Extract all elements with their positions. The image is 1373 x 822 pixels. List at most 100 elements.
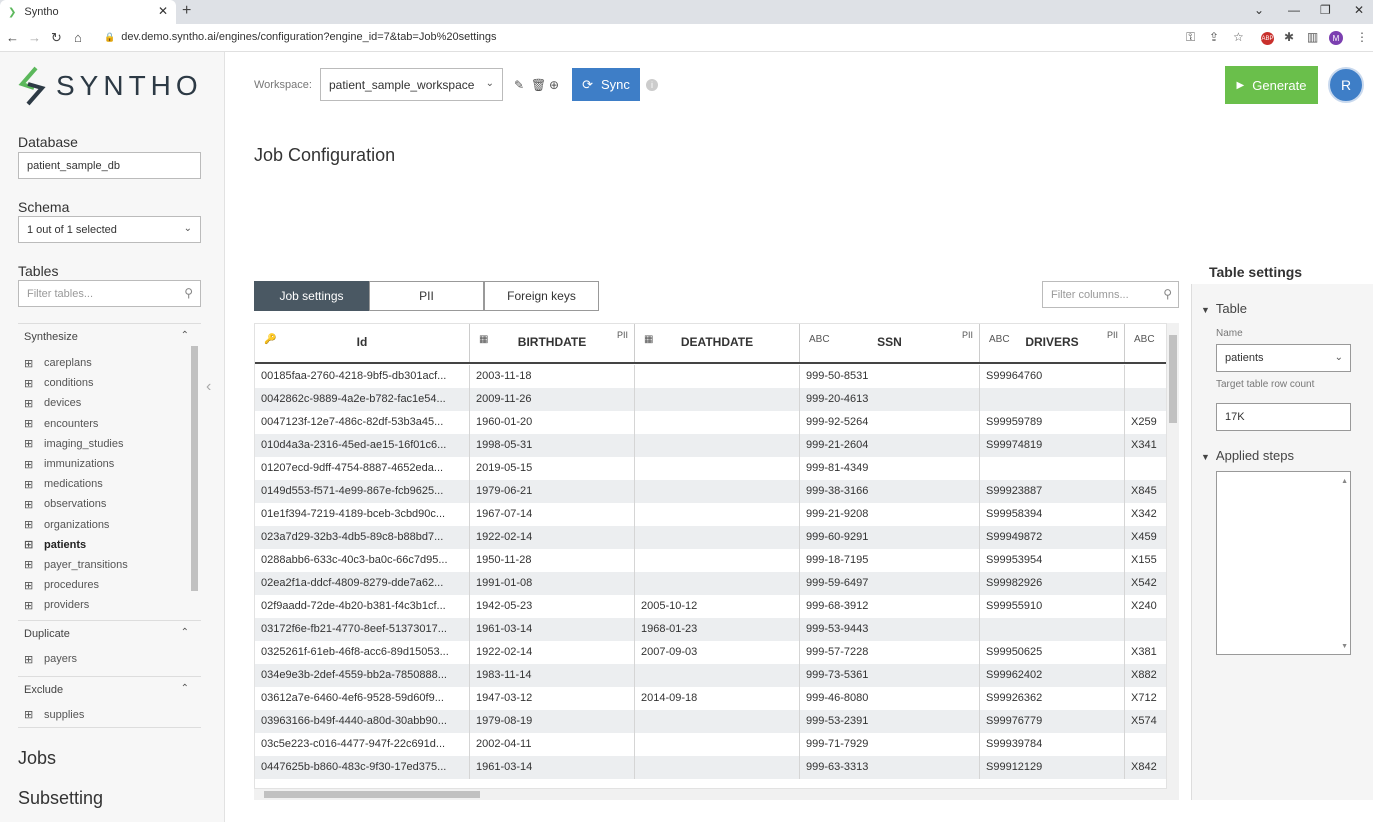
table-cell[interactable]: S99976779: [980, 710, 1125, 733]
table-row[interactable]: 0149d553-f571-4e99-867e-fcb9625... 1979-0…: [255, 480, 1166, 503]
table-cell[interactable]: S99955910: [980, 595, 1125, 618]
table-cell[interactable]: X712: [1125, 687, 1166, 710]
table-cell[interactable]: X542: [1125, 572, 1166, 595]
adblock-icon[interactable]: ABP: [1261, 32, 1274, 45]
table-cell[interactable]: [1125, 388, 1166, 411]
table-row[interactable]: 0042862c-9889-4a2e-b782-fac1e54... 2009-1…: [255, 388, 1166, 411]
back-icon[interactable]: ←: [6, 30, 19, 45]
table-cell[interactable]: 2005-10-12: [635, 595, 800, 618]
table-cell[interactable]: S99953954: [980, 549, 1125, 572]
new-tab-icon[interactable]: +: [182, 2, 191, 20]
table-row[interactable]: 03963166-b49f-4440-a80d-30abb90... 1979-0…: [255, 710, 1166, 733]
column-header[interactable]: ABC SSN PII: [800, 324, 980, 362]
forward-icon[interactable]: →: [28, 30, 41, 45]
table-cell[interactable]: 999-68-3912: [800, 595, 980, 618]
table-cell[interactable]: X574: [1125, 710, 1166, 733]
sidepanel-icon[interactable]: ▥: [1307, 30, 1318, 44]
table-cell[interactable]: S99939784: [980, 733, 1125, 756]
table-cell[interactable]: 999-81-4349: [800, 457, 980, 480]
table-cell[interactable]: 1979-06-21: [470, 480, 635, 503]
table-cell[interactable]: X240: [1125, 595, 1166, 618]
table-row[interactable]: 03c5e223-c016-4477-947f-22c691d... 2002-0…: [255, 733, 1166, 756]
table-cell[interactable]: X842: [1125, 756, 1166, 779]
table-cell[interactable]: 999-20-4613: [800, 388, 980, 411]
tab-search-chevron-icon[interactable]: ⌄: [1254, 3, 1264, 17]
table-cell[interactable]: 00185faa-2760-4218-9bf5-db301acf...: [255, 365, 470, 388]
table-cell[interactable]: [635, 756, 800, 779]
tables-filter-input[interactable]: Filter tables... ⚲: [18, 280, 201, 307]
table-cell[interactable]: 1983-11-14: [470, 664, 635, 687]
table-cell[interactable]: 2014-09-18: [635, 687, 800, 710]
sidebar-item-procedures[interactable]: ⊞ procedures: [18, 575, 201, 595]
sidebar-item-encounters[interactable]: ⊞ encounters: [18, 414, 201, 434]
table-cell[interactable]: S99962402: [980, 664, 1125, 687]
table-cell[interactable]: [635, 434, 800, 457]
table-cell[interactable]: [980, 618, 1125, 641]
chevron-up-icon[interactable]: ⌃: [181, 683, 189, 694]
table-cell[interactable]: [635, 664, 800, 687]
table-cell[interactable]: 999-92-5264: [800, 411, 980, 434]
table-cell[interactable]: 1979-08-19: [470, 710, 635, 733]
row-count-input[interactable]: 17K: [1216, 403, 1351, 431]
table-cell[interactable]: [635, 480, 800, 503]
table-cell[interactable]: [1125, 457, 1166, 480]
reload-icon[interactable]: ↻: [51, 30, 62, 46]
share-icon[interactable]: ⇪: [1209, 30, 1219, 44]
sidebar-item-medications[interactable]: ⊞ medications: [18, 474, 201, 494]
table-cell[interactable]: 0042862c-9889-4a2e-b782-fac1e54...: [255, 388, 470, 411]
group-duplicate[interactable]: Duplicate ⌃: [18, 620, 201, 646]
sidebar-item-careplans[interactable]: ⊞ careplans: [18, 353, 201, 373]
sidebar-item-supplies[interactable]: ⊞ supplies: [18, 702, 201, 729]
trash-icon[interactable]: 🗑: [531, 78, 546, 92]
profile-avatar-icon[interactable]: M: [1329, 31, 1343, 45]
table-cell[interactable]: 01207ecd-9dff-4754-8887-4652eda...: [255, 457, 470, 480]
scroll-down-icon[interactable]: ▼: [1341, 643, 1348, 650]
key-icon[interactable]: ⚿: [1186, 30, 1195, 45]
table-cell[interactable]: 2003-11-18: [470, 365, 635, 388]
table-cell[interactable]: S99950625: [980, 641, 1125, 664]
generate-button[interactable]: ▶ Generate: [1225, 66, 1318, 104]
table-cell[interactable]: 1961-03-14: [470, 756, 635, 779]
table-section-header[interactable]: ▼ Table: [1201, 301, 1247, 316]
table-cell[interactable]: S99912129: [980, 756, 1125, 779]
table-cell[interactable]: [635, 572, 800, 595]
sidebar-item-patients[interactable]: ⊞ patients: [18, 535, 201, 555]
table-cell[interactable]: 2019-05-15: [470, 457, 635, 480]
table-cell[interactable]: [635, 503, 800, 526]
table-cell[interactable]: 999-57-7228: [800, 641, 980, 664]
table-cell[interactable]: [1125, 365, 1166, 388]
table-cell[interactable]: [635, 457, 800, 480]
database-field[interactable]: patient_sample_db: [18, 152, 201, 179]
table-row[interactable]: 010d4a3a-2316-45ed-ae15-16f01c6... 1998-0…: [255, 434, 1166, 457]
table-cell[interactable]: 999-59-6497: [800, 572, 980, 595]
workspace-select[interactable]: patient_sample_workspace ⌄: [320, 68, 503, 101]
table-cell[interactable]: [1125, 618, 1166, 641]
browser-tab[interactable]: ❯ Syntho ✕: [0, 0, 176, 24]
chevron-up-icon[interactable]: ⌃: [181, 330, 189, 341]
edit-pencil-icon[interactable]: ✎: [514, 78, 524, 92]
column-header[interactable]: ▦ BIRTHDATE PII: [470, 324, 635, 362]
user-avatar[interactable]: R: [1328, 67, 1364, 103]
scroll-thumb[interactable]: [264, 791, 480, 798]
table-row[interactable]: 01207ecd-9dff-4754-8887-4652eda... 2019-0…: [255, 457, 1166, 480]
extensions-puzzle-icon[interactable]: ✱: [1284, 30, 1294, 44]
table-cell[interactable]: 1947-03-12: [470, 687, 635, 710]
table-row[interactable]: 023a7d29-32b3-4db5-89c8-b88bd7... 1922-02…: [255, 526, 1166, 549]
table-cell[interactable]: S99926362: [980, 687, 1125, 710]
table-row[interactable]: 0325261f-61eb-46f8-acc6-89d15053... 1922-…: [255, 641, 1166, 664]
table-cell[interactable]: [1125, 733, 1166, 756]
column-header[interactable]: 🔑 Id: [255, 324, 470, 362]
table-cell[interactable]: S99959789: [980, 411, 1125, 434]
table-cell[interactable]: S99974819: [980, 434, 1125, 457]
table-row[interactable]: 03612a7e-6460-4ef6-9528-59d60f9... 1947-0…: [255, 687, 1166, 710]
table-cell[interactable]: 999-73-5361: [800, 664, 980, 687]
table-cell[interactable]: 2002-04-11: [470, 733, 635, 756]
table-cell[interactable]: X845: [1125, 480, 1166, 503]
filter-columns-input[interactable]: Filter columns... ⚲: [1042, 281, 1179, 308]
home-icon[interactable]: ⌂: [74, 30, 82, 45]
table-cell[interactable]: 1922-02-14: [470, 641, 635, 664]
tab-job-settings[interactable]: Job settings: [254, 281, 369, 311]
group-exclude[interactable]: Exclude ⌃: [18, 676, 201, 702]
url-field[interactable]: 🔒 dev.demo.syntho.ai/engines/configuratio…: [104, 31, 497, 43]
sidebar-item-payers[interactable]: ⊞ payers: [18, 646, 201, 672]
